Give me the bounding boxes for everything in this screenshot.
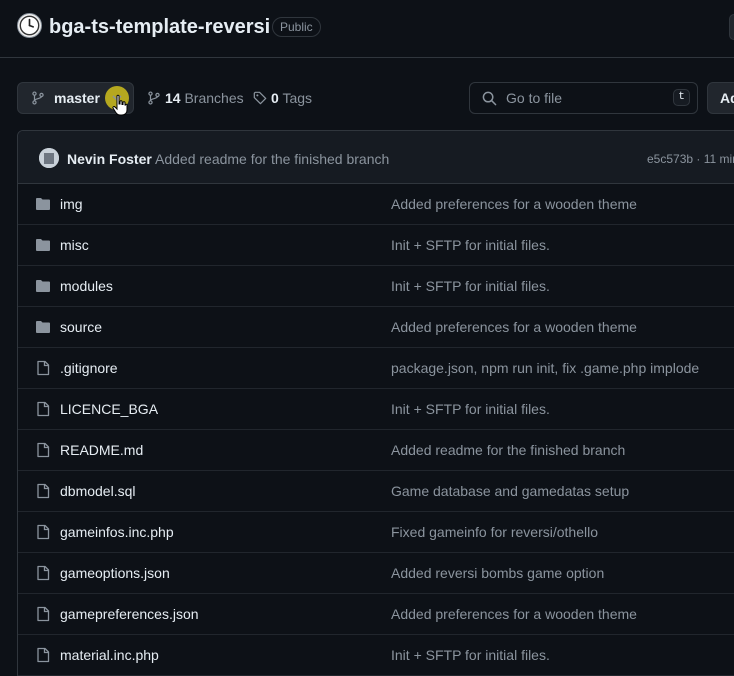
file-name-link[interactable]: gameinfos.inc.php: [60, 524, 174, 540]
repo-header: bga-ts-template-reversi Public: [0, 0, 734, 58]
file-commit-message-link[interactable]: Added preferences for a wooden theme: [391, 606, 637, 622]
file-name-link[interactable]: img: [60, 196, 83, 212]
file-icon: [35, 360, 51, 376]
branches-link[interactable]: 14 Branches: [147, 90, 244, 106]
file-icon: [35, 483, 51, 499]
folder-icon: [35, 319, 51, 335]
clock-icon: [19, 15, 40, 36]
file-row[interactable]: gamepreferences.json Added preferences fo…: [18, 594, 734, 635]
file-icon: [35, 647, 51, 663]
file-icon: [35, 524, 51, 540]
folder-icon: [35, 278, 51, 294]
file-row[interactable]: LICENCE_BGA Init + SFTP for initial files…: [18, 389, 734, 430]
latest-commit-row: Nevin Foster Added readme for the finish…: [18, 131, 734, 184]
go-to-file-input[interactable]: [506, 88, 656, 108]
file-row[interactable]: .gitignore package.json, npm run init, fi…: [18, 348, 734, 389]
file-name-link[interactable]: material.inc.php: [60, 647, 159, 663]
repo-name[interactable]: bga-ts-template-reversi: [49, 14, 270, 40]
repo-owner-avatar[interactable]: [17, 13, 42, 38]
tags-count: 0: [271, 90, 279, 106]
file-navigation-toolbar: master 14 Branches 0 Tags t Ad: [0, 82, 734, 114]
branches-count: 14: [165, 90, 181, 106]
file-commit-message-link[interactable]: Init + SFTP for initial files.: [391, 237, 550, 253]
file-row[interactable]: gameinfos.inc.php Fixed gameinfo for reve…: [18, 512, 734, 553]
commit-author[interactable]: Nevin Foster: [67, 151, 152, 167]
file-row[interactable]: README.md Added readme for the finished b…: [18, 430, 734, 471]
file-list: Nevin Foster Added readme for the finish…: [17, 130, 734, 676]
file-name-link[interactable]: modules: [60, 278, 113, 294]
user-avatar-icon: [39, 148, 59, 168]
file-icon: [35, 606, 51, 622]
file-name-link[interactable]: .gitignore: [60, 360, 118, 376]
file-name-link[interactable]: source: [60, 319, 102, 335]
go-to-file-box[interactable]: [469, 82, 698, 114]
file-icon: [35, 442, 51, 458]
file-name-link[interactable]: README.md: [60, 442, 143, 458]
file-commit-message-link[interactable]: Init + SFTP for initial files.: [391, 401, 550, 417]
file-commit-message-link[interactable]: Fixed gameinfo for reversi/othello: [391, 524, 598, 540]
file-name-link[interactable]: misc: [60, 237, 89, 253]
file-commit-message-link[interactable]: Added readme for the finished branch: [391, 442, 625, 458]
tags-label: Tags: [282, 90, 313, 106]
branch-name: master: [54, 90, 100, 106]
file-commit-message-link[interactable]: Game database and gamedatas setup: [391, 483, 629, 499]
file-commit-message-link[interactable]: package.json, npm run init, fix .game.ph…: [391, 360, 699, 376]
commit-hash-time[interactable]: e5c573b · 11 min: [647, 152, 734, 166]
file-row[interactable]: misc Init + SFTP for initial files.: [18, 225, 734, 266]
file-name-link[interactable]: dbmodel.sql: [60, 483, 136, 499]
file-commit-message-link[interactable]: Init + SFTP for initial files.: [391, 278, 550, 294]
file-row[interactable]: source Added preferences for a wooden the…: [18, 307, 734, 348]
hand-cursor-icon: [112, 94, 128, 116]
file-commit-message-link[interactable]: Added preferences for a wooden theme: [391, 319, 637, 335]
file-icon: [35, 401, 51, 417]
folder-icon: [35, 196, 51, 212]
file-commit-message-link[interactable]: Init + SFTP for initial files.: [391, 647, 550, 663]
git-branch-icon: [32, 91, 44, 105]
file-row[interactable]: gameoptions.json Added reversi bombs game…: [18, 553, 734, 594]
tags-link[interactable]: 0 Tags: [253, 90, 312, 106]
file-row[interactable]: modules Init + SFTP for initial files.: [18, 266, 734, 307]
header-action-button[interactable]: [729, 14, 734, 40]
file-name-link[interactable]: LICENCE_BGA: [60, 401, 158, 417]
file-row[interactable]: material.inc.php Init + SFTP for initial …: [18, 635, 734, 676]
tag-icon: [253, 91, 267, 105]
file-row[interactable]: img Added preferences for a wooden theme: [18, 184, 734, 225]
commit-message[interactable]: Added readme for the finished branch: [155, 151, 389, 167]
file-icon: [35, 565, 51, 581]
keyboard-shortcut-hint: t: [673, 89, 690, 106]
file-row[interactable]: dbmodel.sql Game database and gamedatas s…: [18, 471, 734, 512]
file-commit-message-link[interactable]: Added preferences for a wooden theme: [391, 196, 637, 212]
add-file-button[interactable]: Ad: [707, 82, 734, 114]
file-commit-message-link[interactable]: Added reversi bombs game option: [391, 565, 604, 581]
visibility-badge: Public: [272, 17, 321, 37]
file-name-link[interactable]: gameoptions.json: [60, 565, 170, 581]
branches-label: Branches: [184, 90, 244, 106]
search-icon: [482, 91, 497, 106]
avatar[interactable]: [39, 148, 59, 168]
file-name-link[interactable]: gamepreferences.json: [60, 606, 199, 622]
git-branch-icon: [148, 91, 160, 105]
folder-icon: [35, 237, 51, 253]
